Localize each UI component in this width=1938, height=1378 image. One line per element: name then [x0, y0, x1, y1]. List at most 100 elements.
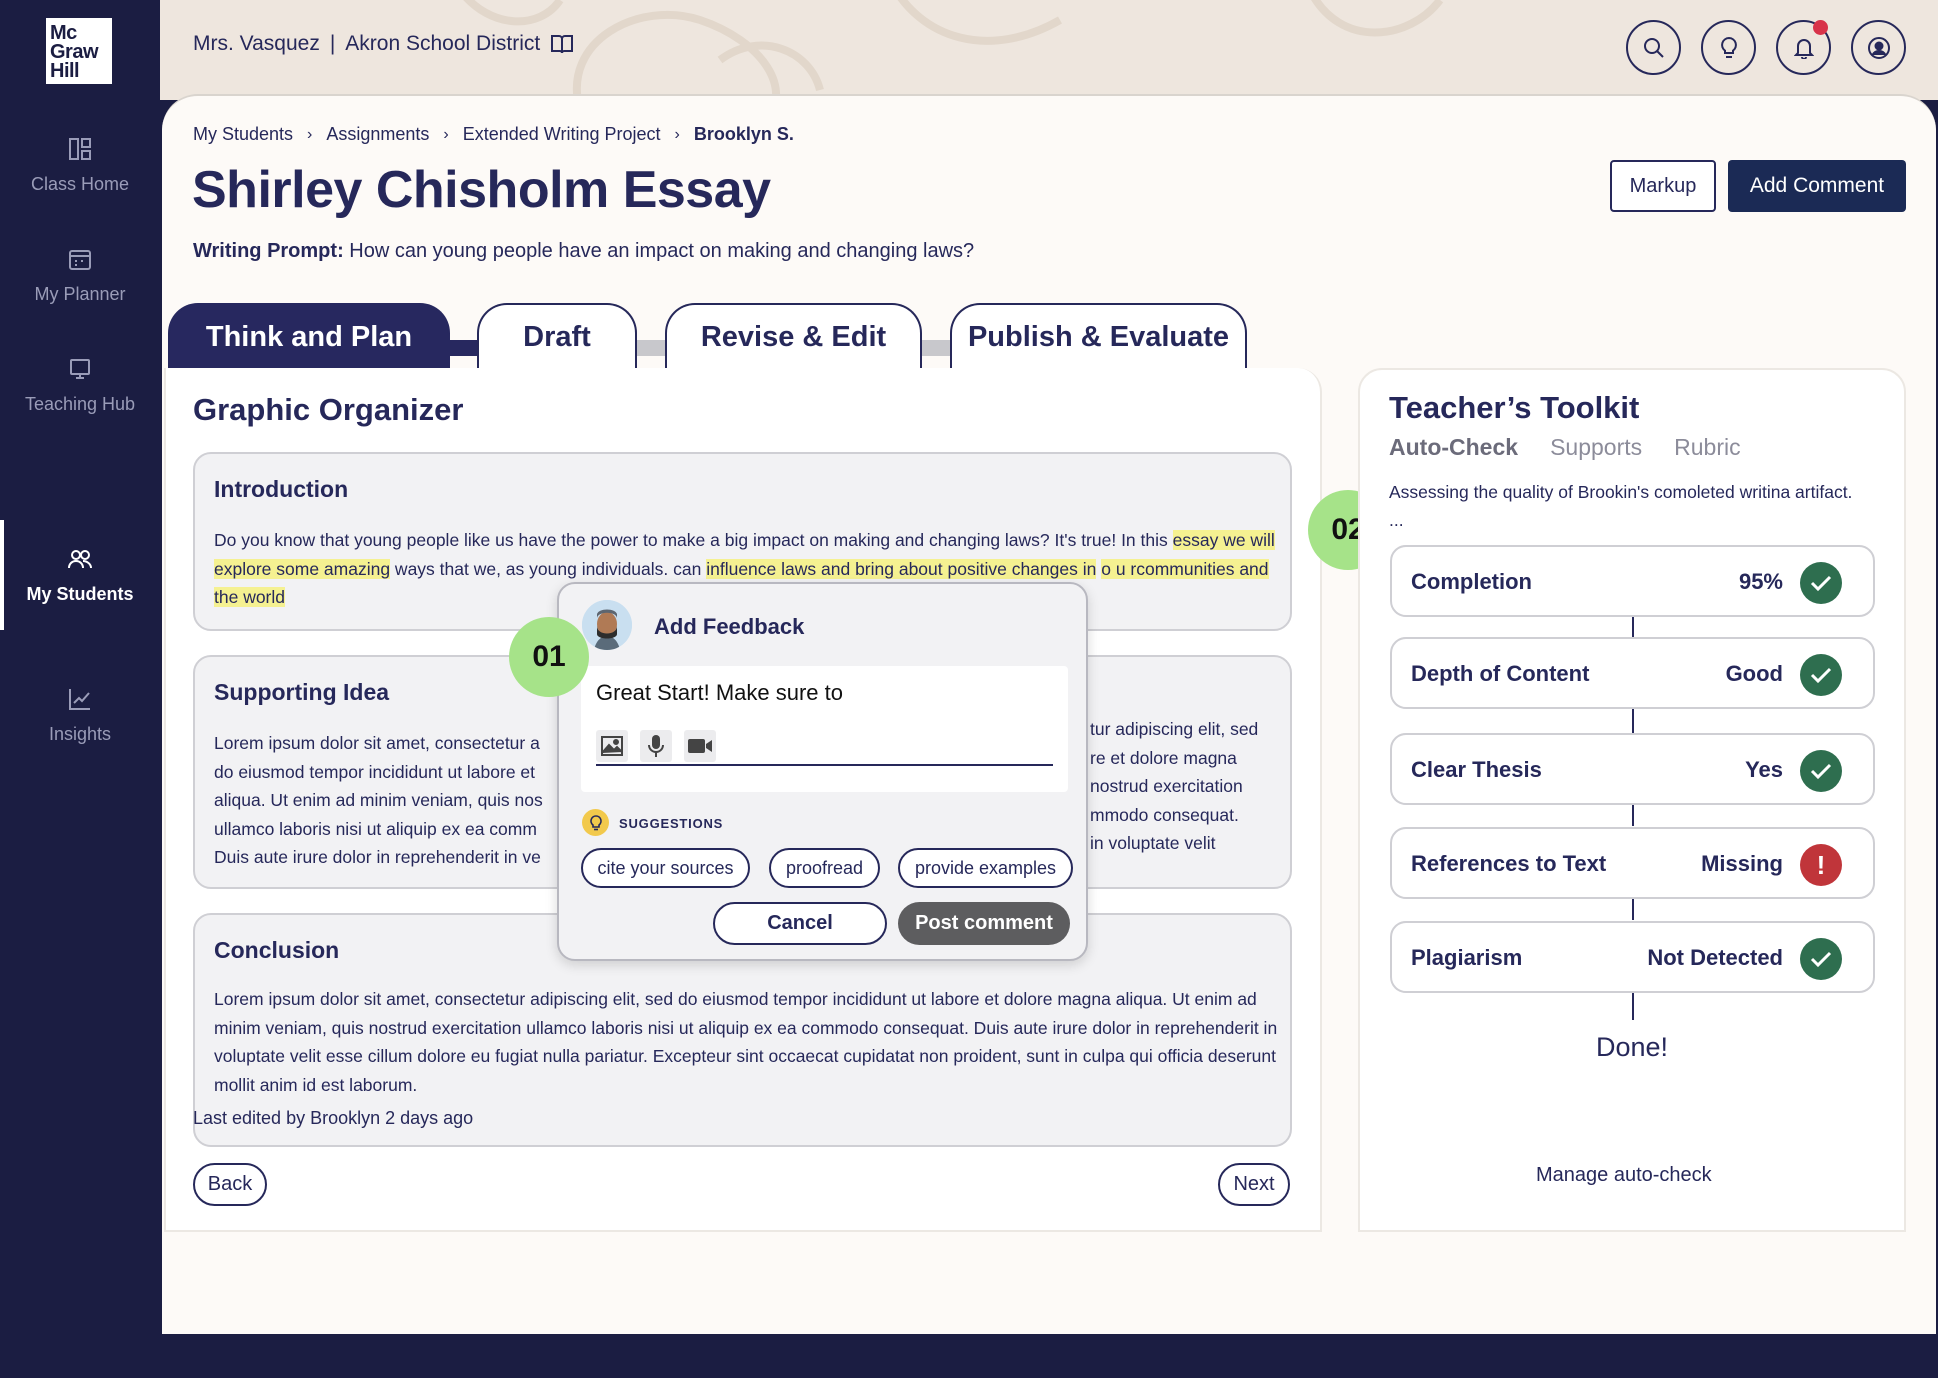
breadcrumb-assignments[interactable]: Assignments	[326, 124, 429, 145]
page-title: Shirley Chisholm Essay	[192, 161, 771, 219]
checkmark-icon	[1800, 562, 1842, 604]
district-name: Akron School District	[345, 32, 541, 55]
text-segment: Do you know that young people like us ha…	[214, 530, 1173, 550]
text-line: tur adipiscing elit, sed	[1090, 719, 1259, 739]
chevron-right-icon: ›	[307, 125, 313, 143]
check-value: Good	[1725, 661, 1783, 686]
connector-line	[1632, 990, 1634, 1020]
last-edited-note: Last edited by Brooklyn 2 days ago	[193, 1108, 474, 1128]
check-label: Plagiarism	[1411, 945, 1523, 970]
check-value: Not Detected	[1647, 945, 1783, 970]
book-icon[interactable]	[550, 33, 574, 55]
cancel-button[interactable]: Cancel	[713, 902, 887, 945]
markup-button[interactable]: Markup	[1610, 160, 1716, 212]
check-clear-thesis[interactable]: Clear Thesis Yes	[1390, 733, 1875, 805]
tab-think-and-plan[interactable]: Think and Plan	[168, 303, 450, 369]
sidebar-item-label: My Planner	[34, 283, 126, 304]
back-button[interactable]: Back	[193, 1163, 267, 1206]
check-value: Yes	[1745, 757, 1783, 782]
sidebar-item-insights[interactable]: Insights	[0, 660, 160, 770]
sidebar-item-my-students[interactable]: My Students	[0, 520, 160, 630]
notifications-button[interactable]	[1776, 20, 1831, 75]
sidebar-item-class-home[interactable]: Class Home	[0, 110, 160, 220]
add-feedback-popup: Add Feedback Great Start! Make sure to S…	[557, 582, 1088, 961]
suggestion-chip[interactable]: provide examples	[898, 848, 1073, 888]
supporting-text-right: tur adipiscing elit, sed re et dolore ma…	[1090, 715, 1290, 858]
separator: |	[329, 32, 336, 55]
input-underline	[596, 764, 1053, 766]
grid-icon	[69, 137, 91, 160]
lightbulb-icon	[582, 809, 609, 836]
chart-icon	[69, 688, 90, 710]
teacher-info: Mrs. Vasquez | Akron School District	[193, 32, 574, 56]
toolkit-title: Teacher’s Toolkit	[1389, 390, 1640, 425]
tab-auto-check[interactable]: Auto-Check	[1389, 434, 1518, 461]
text-line: nostrud exercitation	[1090, 776, 1243, 796]
suggestion-chip[interactable]: cite your sources	[581, 848, 750, 888]
mcgraw-hill-logo[interactable]: Mc Graw Hill	[46, 18, 112, 84]
video-icon[interactable]	[684, 730, 716, 762]
chevron-right-icon: ›	[443, 125, 449, 143]
text-line: ullamco laboris nisi ut aliquip ex ea co…	[214, 818, 537, 839]
tab-supports[interactable]: Supports	[1550, 434, 1642, 461]
sidebar-item-label: Class Home	[30, 173, 130, 194]
check-depth-of-content[interactable]: Depth of Content Good	[1390, 637, 1875, 709]
next-button[interactable]: Next	[1218, 1163, 1290, 1206]
check-value: 95%	[1738, 569, 1783, 594]
tab-publish-evaluate[interactable]: Publish & Evaluate	[950, 303, 1247, 369]
connector-line	[1632, 708, 1634, 733]
card-heading: Introduction	[214, 476, 349, 502]
tab-draft[interactable]: Draft	[477, 303, 637, 369]
breadcrumb-current: Brooklyn S.	[693, 124, 794, 144]
prompt-label: Writing Prompt:	[193, 240, 344, 262]
breadcrumb-my-students[interactable]: My Students	[193, 124, 293, 145]
suggestion-chip[interactable]: proofread	[769, 848, 880, 888]
bell-icon	[1793, 38, 1814, 59]
feedback-input[interactable]: Great Start! Make sure to	[581, 666, 1068, 792]
ideas-button[interactable]	[1701, 20, 1756, 75]
check-completion[interactable]: Completion 95%	[1390, 545, 1875, 617]
monitor-icon	[70, 358, 90, 379]
sidebar: Mc Graw Hill Class Home My Planner Teach…	[0, 0, 160, 1378]
step-marker-01: 01	[509, 617, 589, 697]
text-segment: ways that we, as young individuals. can	[390, 558, 707, 579]
breadcrumb-project[interactable]: Extended Writing Project	[463, 124, 661, 145]
post-comment-button[interactable]: Post comment	[898, 902, 1070, 945]
connector-line	[1632, 803, 1634, 826]
avatar	[582, 600, 632, 650]
text-line: do eiusmod tempor incididunt ut labore e…	[214, 761, 536, 782]
search-button[interactable]	[1626, 20, 1681, 75]
check-label: References to Text	[1411, 851, 1607, 876]
check-references-to-text[interactable]: References to Text Missing !	[1390, 827, 1875, 899]
feedback-input-value[interactable]: Great Start! Make sure to	[596, 680, 843, 706]
profile-button[interactable]	[1851, 20, 1906, 75]
notification-dot	[1813, 20, 1828, 35]
checkmark-icon	[1800, 750, 1842, 792]
microphone-icon[interactable]	[640, 730, 672, 762]
writing-prompt: Writing Prompt: How can young people hav…	[193, 240, 974, 263]
card-heading: Conclusion	[214, 937, 340, 963]
manage-auto-check-link[interactable]: Manage auto-check	[1536, 1164, 1712, 1187]
image-icon[interactable]	[596, 730, 628, 762]
highlighted-text[interactable]: influence laws and bring about positive …	[706, 558, 1097, 579]
feedback-title: Add Feedback	[654, 614, 805, 639]
tab-revise-edit[interactable]: Revise & Edit	[665, 303, 922, 369]
calendar-icon	[69, 249, 91, 270]
sidebar-item-teaching-hub[interactable]: Teaching Hub	[0, 330, 160, 440]
check-plagiarism[interactable]: Plagiarism Not Detected	[1390, 921, 1875, 993]
check-label: Completion	[1411, 569, 1532, 594]
check-value: Missing	[1701, 851, 1783, 876]
sidebar-item-label: My Students	[26, 583, 134, 604]
people-icon	[68, 549, 92, 568]
alert-icon: !	[1800, 844, 1842, 886]
sidebar-item-my-planner[interactable]: My Planner	[0, 220, 160, 330]
connector-line	[1632, 896, 1634, 920]
toolkit-tabs: Auto-Check Supports Rubric	[1389, 434, 1741, 461]
suggestions-label: SUGGESTIONS	[619, 816, 724, 831]
top-bar: Mrs. Vasquez | Akron School District	[160, 0, 1938, 100]
check-label: Clear Thesis	[1411, 757, 1542, 782]
text-line: aliqua. Ut enim ad minim veniam, quis no…	[214, 790, 543, 810]
add-comment-button[interactable]: Add Comment	[1728, 160, 1906, 212]
text-line: re et dolore magna	[1090, 747, 1237, 768]
tab-rubric[interactable]: Rubric	[1674, 434, 1740, 461]
